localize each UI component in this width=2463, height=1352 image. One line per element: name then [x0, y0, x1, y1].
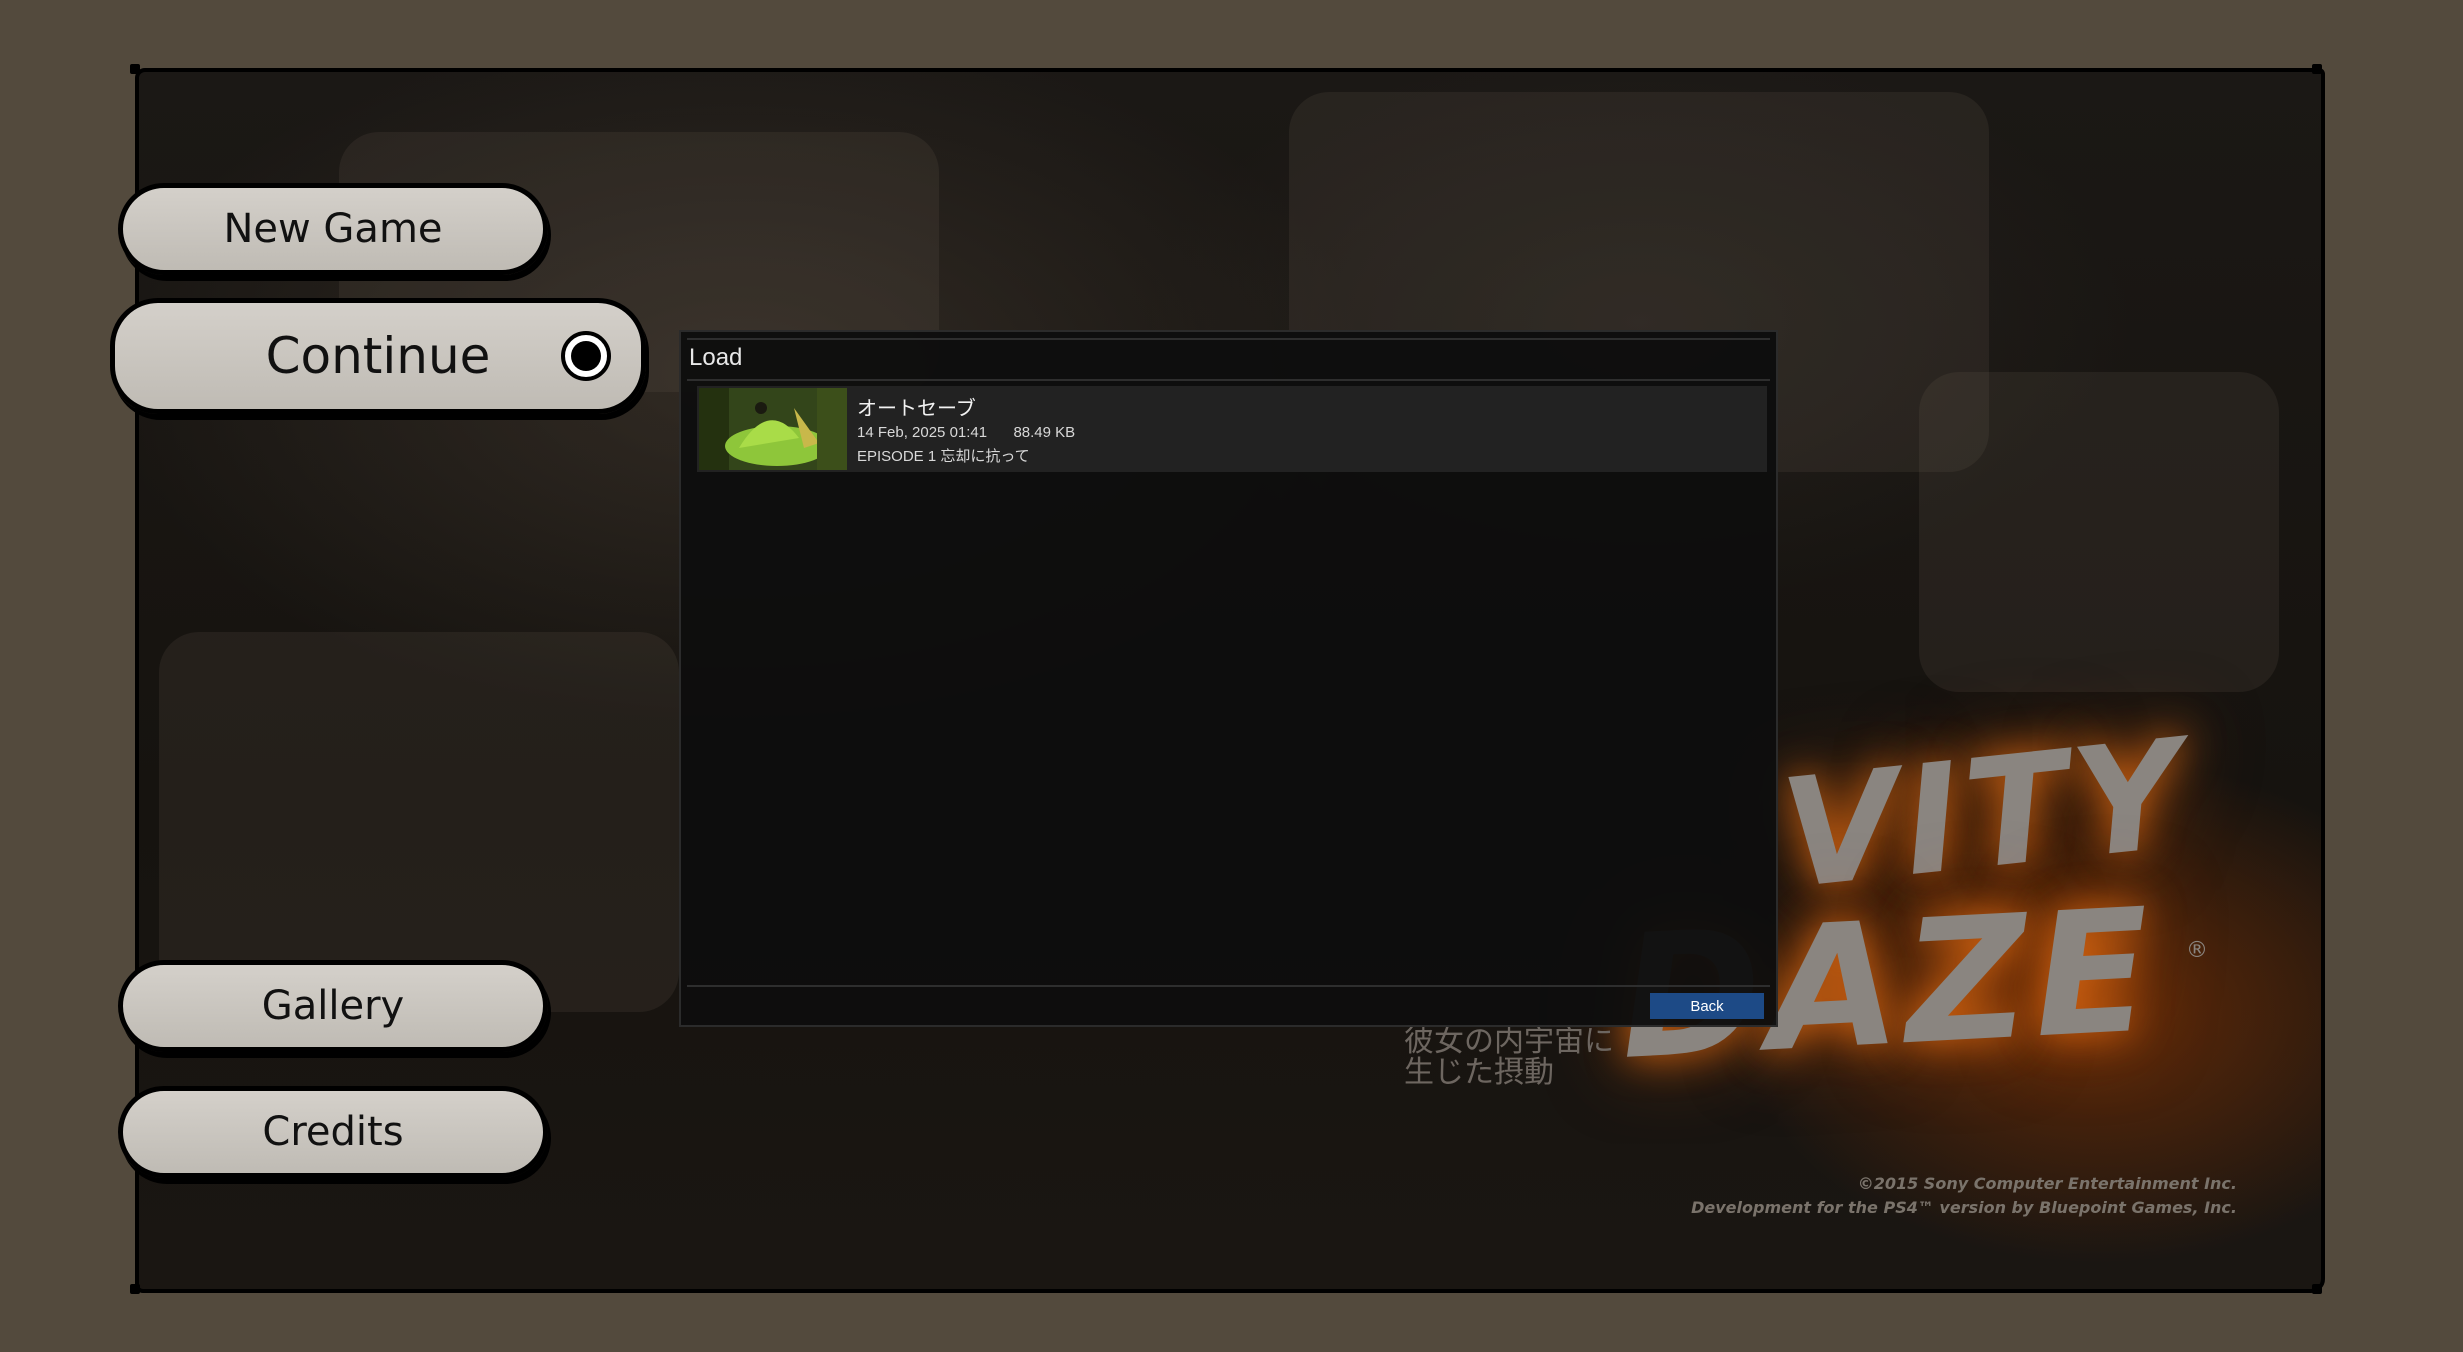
thumbnail-art: [699, 388, 847, 470]
divider: [687, 338, 1770, 340]
registered-mark: ®: [2186, 938, 2208, 963]
load-dialog: Load オートセーブ 14 Feb, 2025 01:41 88.49 KB …: [679, 330, 1778, 1027]
divider: [687, 985, 1770, 987]
copyright-notice: ©2015 Sony Computer Entertainment Inc. D…: [1691, 1172, 2237, 1220]
tagline-line: 生じた摂動: [1404, 1055, 1554, 1090]
gallery-label: Gallery: [261, 983, 405, 1029]
new-game-button[interactable]: New Game: [118, 183, 548, 275]
back-button[interactable]: Back: [1650, 993, 1764, 1019]
save-date: 14 Feb, 2025 01:41: [857, 424, 988, 441]
save-name: オートセーブ: [857, 396, 976, 420]
save-meta: 14 Feb, 2025 01:41 88.49 KB: [857, 424, 1075, 441]
frame-corner: [2312, 1284, 2322, 1294]
japanese-tagline: 彼女の内宇宙に 生じた摂動: [1404, 1026, 1614, 1088]
copyright-line: Development for the PS4™ version by Blue…: [1691, 1198, 2237, 1217]
continue-button[interactable]: Continue: [110, 298, 646, 414]
circle-button-icon: [561, 331, 611, 381]
gallery-button[interactable]: Gallery: [118, 960, 548, 1052]
background-shape: [1919, 372, 2279, 692]
tagline-line: 彼女の内宇宙に: [1404, 1024, 1614, 1059]
divider: [687, 379, 1770, 381]
credits-button[interactable]: Credits: [118, 1086, 548, 1178]
save-episode: EPISODE 1 忘却に抗って: [857, 448, 1030, 465]
frame-corner: [130, 1284, 140, 1294]
save-slot[interactable]: オートセーブ 14 Feb, 2025 01:41 88.49 KB EPISO…: [697, 386, 1767, 472]
credits-label: Credits: [262, 1109, 404, 1155]
copyright-line: ©2015 Sony Computer Entertainment Inc.: [1857, 1174, 2237, 1193]
dialog-title: Load: [689, 344, 743, 371]
background-shape: [159, 632, 679, 1012]
continue-label: Continue: [265, 327, 491, 385]
save-size: 88.49 KB: [1013, 424, 1076, 441]
frame-corner: [2312, 64, 2322, 74]
save-thumbnail: [699, 388, 847, 470]
new-game-label: New Game: [223, 206, 443, 252]
frame-corner: [130, 64, 140, 74]
